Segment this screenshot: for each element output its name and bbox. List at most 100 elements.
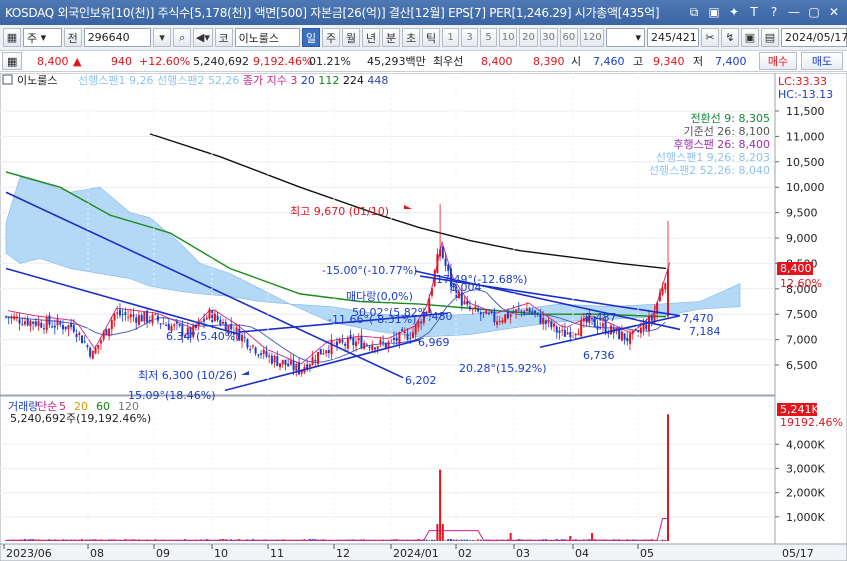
speaker-icon[interactable]: ◀▾ [193,28,213,47]
candle-body [110,320,113,330]
interval-5-button[interactable]: 5 [480,28,498,47]
save-icon[interactable]: ▣ [740,28,759,47]
candle-body [341,340,344,343]
value-7470: 7,470 [682,312,714,325]
price-tick-label: 10,500 [786,156,825,169]
interval-120-button[interactable]: 120 [579,28,605,47]
candle-body [376,346,379,350]
candle-body [287,363,290,367]
candle-body [213,313,216,322]
mode-select[interactable]: 주 ▾ [23,28,62,47]
count-field[interactable]: 245/421 [646,28,699,47]
candle-body [664,283,667,290]
stock-code-input[interactable]: 296640 [83,28,152,47]
candle-body [94,348,97,354]
period-week-button[interactable]: 주 [322,28,341,47]
high-label: 고 [633,55,644,68]
search-icon[interactable]: ⌕ [173,28,192,47]
low-price: 7,400 [715,54,747,68]
candle-body [406,333,409,340]
interval-1-button[interactable]: 1 [442,28,460,47]
pct-annotation-c: 6.34°(5.40%) [166,330,240,343]
candle-body [135,317,138,323]
link-icon[interactable]: ⧉ [685,3,703,21]
candle-body [487,312,490,314]
pin-icon[interactable]: ✦ [725,3,743,21]
market-button[interactable]: 코 [214,28,233,47]
text-icon[interactable]: T [745,3,763,21]
maximize-icon[interactable]: ▢ [805,3,823,21]
period-second-button[interactable]: 초 [402,28,421,47]
candle-body [246,339,249,348]
candle-body [13,316,16,320]
candle-body [148,319,151,322]
candle-body [501,320,504,323]
candle-body [349,334,352,340]
scissors-icon[interactable]: ✂ [700,28,719,47]
candle-body [645,324,648,330]
candle-body [468,306,471,310]
candle-body [53,325,56,328]
help-icon[interactable]: ? [765,3,783,21]
value-6736: 6,736 [583,349,615,362]
chart-tool-icon[interactable]: ↯ [720,28,739,47]
interval-3-button[interactable]: 3 [461,28,479,47]
period-minute-button[interactable]: 분 [382,28,401,47]
calendar-icon[interactable]: ▤ [760,28,779,47]
price-tick-label: 6,500 [786,359,818,372]
interval-20-button[interactable]: 20 [519,28,538,47]
legend-entry: 224 [339,74,364,87]
options-icon[interactable]: ▦ [2,52,22,70]
interval-60-button[interactable]: 60 [559,28,578,47]
interval-custom-select[interactable]: ▾ [606,28,645,47]
candle-body [64,326,67,329]
minimize-icon[interactable]: — [785,3,803,21]
stock-chart[interactable]: 11,50011,00010,50010,0009,5009,0008,5008… [0,73,847,561]
candle-body [70,322,73,328]
period-tick-button[interactable]: 틱 [422,28,441,47]
candle-body [631,330,634,334]
count-total: /421 [671,31,697,44]
candle-body [336,341,338,346]
candle-body [563,329,566,337]
interval-30-button[interactable]: 30 [539,28,558,47]
sell-button[interactable]: 매도 [801,52,843,70]
indicator-legend: 선행스팬1 9,26 선행스팬2 52,26 종가 지수 3 20 112 22… [78,74,388,87]
date-input[interactable]: 2024/05/17 [780,28,847,47]
value-7480: 7,480 [421,310,453,323]
candle-body [270,355,273,364]
period-month-button[interactable]: 월 [342,28,361,47]
candle-body [509,314,512,317]
buy-button[interactable]: 매수 [759,52,797,70]
price-tick-label: 10,000 [786,181,825,194]
candle-body [474,306,477,310]
interval-10-button[interactable]: 10 [499,28,518,47]
candle-body [599,327,602,329]
close-icon[interactable]: ✕ [825,3,843,21]
grid-icon[interactable]: ▦ [3,28,21,47]
candle-body [26,318,29,326]
dropdown-icon[interactable]: ▾ [153,28,172,47]
x-tick-label: 10 [214,547,228,560]
volume-bar [436,524,439,541]
period-year-button[interactable]: 년 [362,28,381,47]
prev-button[interactable]: 전 [63,28,82,47]
candle-body [230,324,233,330]
period-day-button[interactable]: 일 [302,28,321,47]
candle-body [384,342,387,349]
stock-name-field: 이노룰스 [234,28,301,47]
candle-body [102,331,105,340]
candle-body [539,314,542,324]
candle-body [365,344,368,346]
legend-entry: 20 [297,74,315,87]
candle-body [222,321,225,324]
candle-body [254,347,257,354]
candle-body [32,321,35,324]
candle-body [447,264,450,271]
candle-body [354,341,357,347]
ichimoku-legend-entry: 기준선 26: 8,100 [683,125,770,138]
volume-tick-label: 3,000K [786,462,825,475]
layout-icon[interactable]: ▣ [705,3,723,21]
candle-body [330,340,333,355]
candle-body [626,337,629,342]
